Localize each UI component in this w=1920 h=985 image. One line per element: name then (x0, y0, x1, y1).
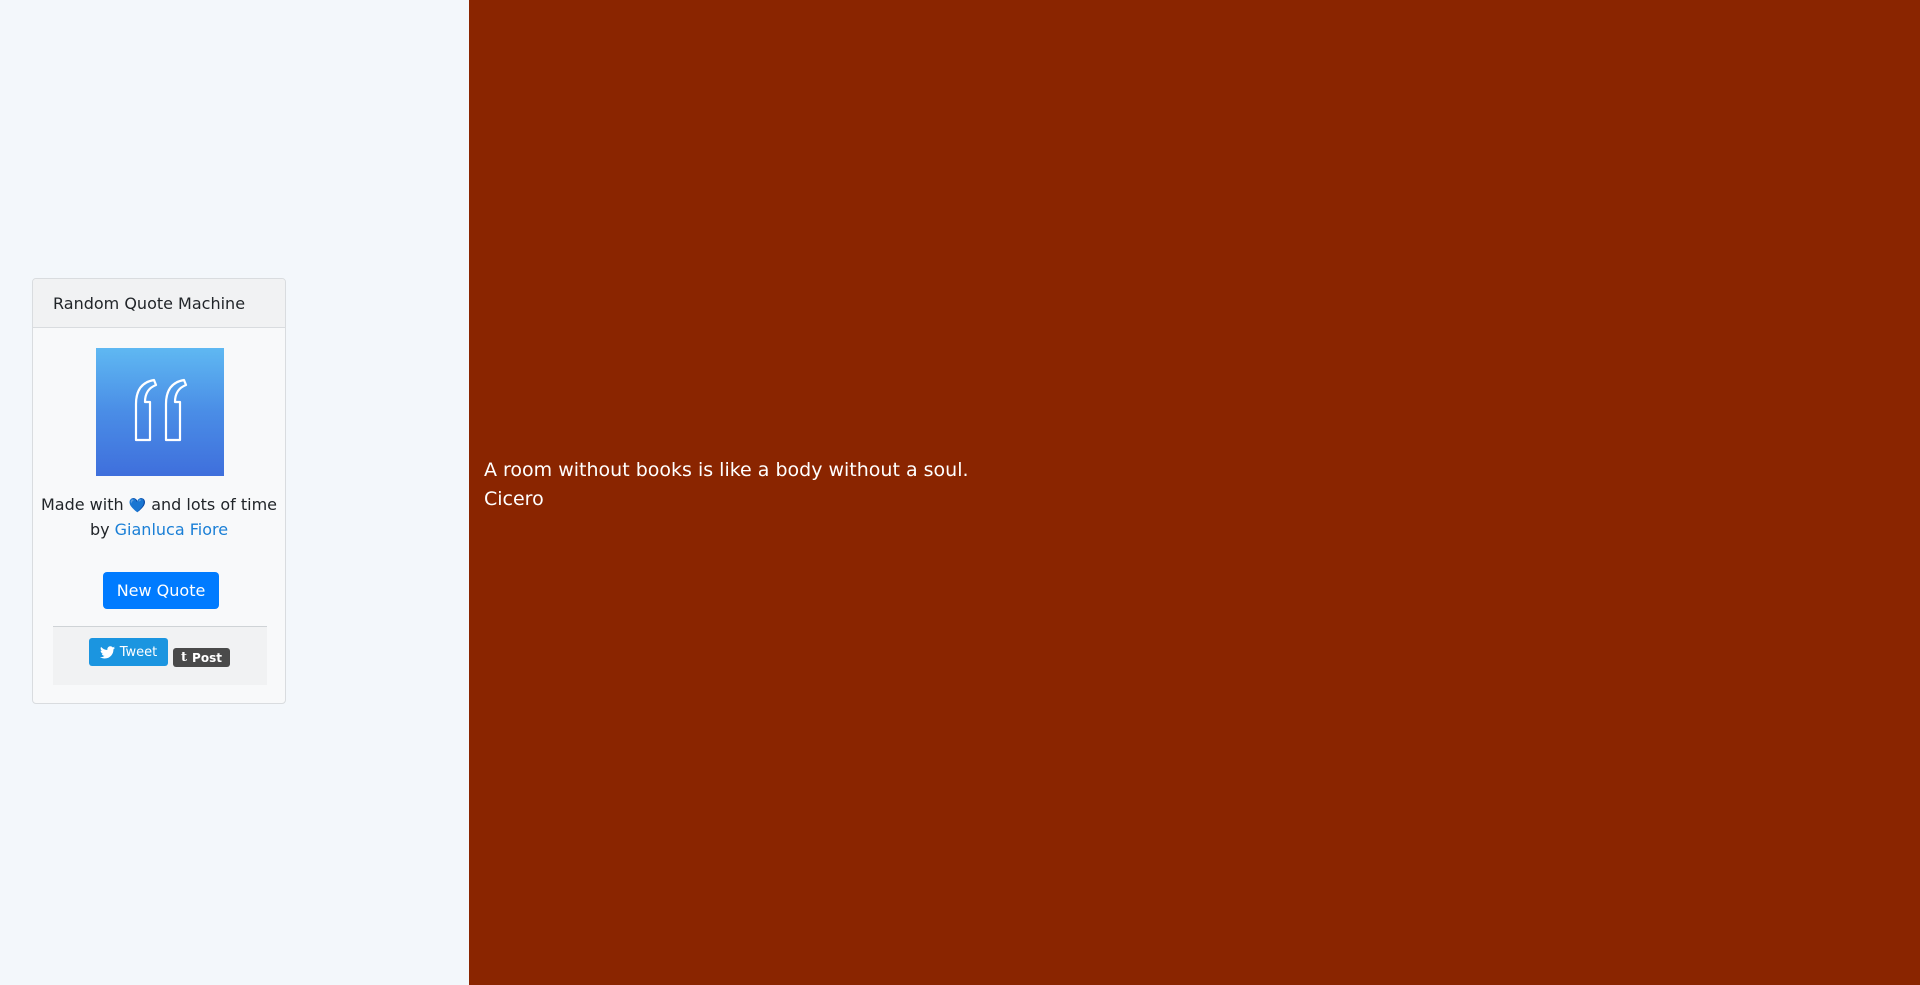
sidebar: Random Quote Machine Made with 💙 and lot… (0, 0, 469, 985)
share-footer: Tweet t Post (53, 626, 267, 685)
tweet-button[interactable]: Tweet (89, 638, 168, 666)
tumblr-post-button[interactable]: t Post (173, 648, 230, 667)
author-link[interactable]: Gianluca Fiore (115, 520, 228, 539)
quote-display-area: A room without books is like a body with… (469, 0, 1920, 985)
quote-author: Cicero (484, 488, 544, 510)
quote-text: A room without books is like a body with… (484, 459, 969, 481)
card-title: Random Quote Machine (53, 293, 246, 313)
post-label: Post (192, 650, 222, 665)
card-header: Random Quote Machine (33, 279, 285, 328)
made-with-text: Made with 💙 and lots of time by Gianluca… (40, 495, 278, 539)
twitter-bird-icon (99, 645, 115, 658)
quote-mark-icon (134, 378, 188, 442)
quote-machine-card: Random Quote Machine Made with 💙 and lot… (32, 278, 286, 704)
heart-icon: 💙 (128, 498, 147, 514)
tweet-label: Tweet (119, 644, 158, 660)
quote-logo (96, 348, 224, 476)
tumblr-icon: t (181, 650, 188, 665)
new-quote-button[interactable]: New Quote (103, 572, 219, 609)
